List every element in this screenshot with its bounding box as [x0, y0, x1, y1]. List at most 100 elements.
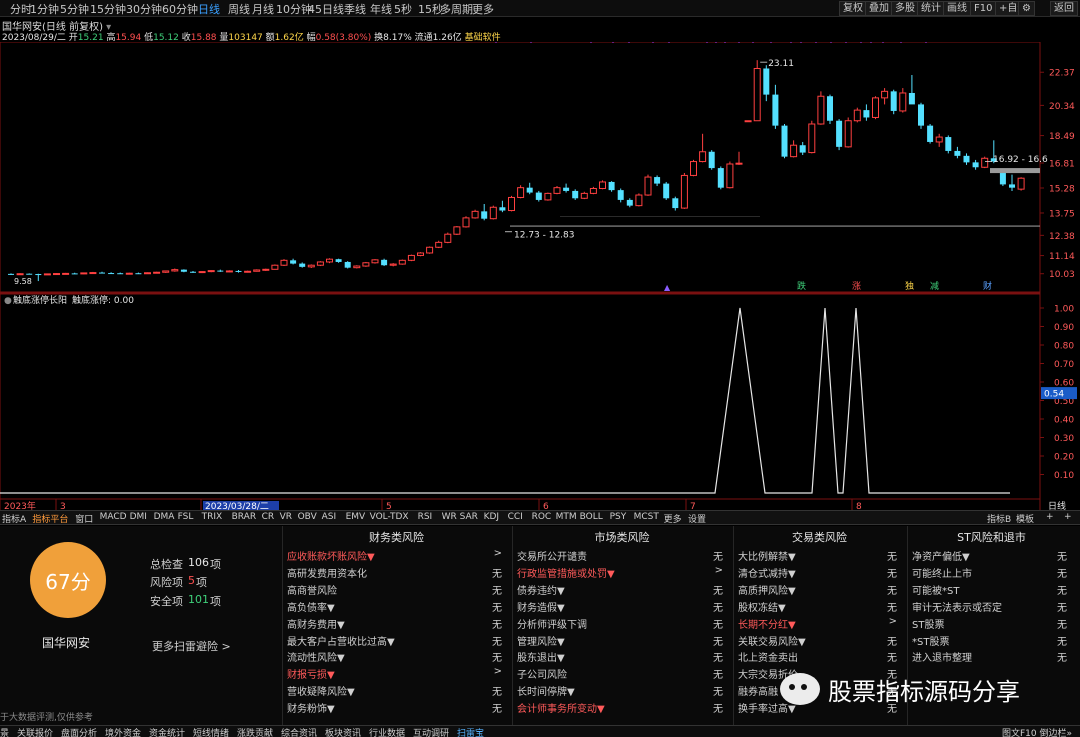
- toolbar-button-7[interactable]: 返回: [1050, 1, 1078, 16]
- toolbar-button-1[interactable]: 叠加: [865, 1, 893, 16]
- indicator-tab-23[interactable]: PSY: [610, 512, 627, 522]
- risk-row[interactable]: 管理风险▼ 无: [513, 631, 731, 648]
- risk-row[interactable]: 子公司风险 无: [513, 664, 731, 681]
- period-tab-5[interactable]: 60分钟: [162, 1, 198, 17]
- risk-row[interactable]: 流动性风险▼ 无: [283, 647, 510, 664]
- risk-row[interactable]: 财报亏损▼ >: [283, 664, 510, 681]
- risk-row[interactable]: 分析师评级下调 无: [513, 614, 731, 631]
- indicator-toggle-icon[interactable]: ●: [4, 296, 12, 306]
- indicator-tab-17[interactable]: SAR: [460, 512, 478, 522]
- indicator-tab-9[interactable]: CR: [262, 512, 275, 522]
- status-tab-8[interactable]: 板块资讯: [325, 726, 361, 737]
- indicator-tab-13[interactable]: EMV: [346, 512, 366, 522]
- indicator-tab-0[interactable]: 指标A: [2, 512, 26, 525]
- status-tab-9[interactable]: 行业数据: [369, 726, 405, 737]
- risk-row[interactable]: 债券违约▼ 无: [513, 580, 731, 597]
- status-tab-1[interactable]: 关联报价: [17, 726, 53, 737]
- indicator-right-tab-2[interactable]: +: [1046, 512, 1054, 522]
- status-tab-4[interactable]: 资金统计: [149, 726, 185, 737]
- indicator-tab-12[interactable]: ASI: [322, 512, 337, 522]
- indicator-right-tab-3[interactable]: +: [1064, 512, 1072, 522]
- toolbar-button-5[interactable]: F10: [970, 1, 997, 16]
- period-tab-12[interactable]: 年线: [370, 1, 392, 17]
- risk-row[interactable]: 高研发费用资本化 无: [283, 563, 510, 580]
- status-tab-2[interactable]: 盘面分析: [61, 726, 97, 737]
- indicator-tab-5[interactable]: DMA: [154, 512, 175, 522]
- indicator-tab-14[interactable]: VOL-TDX: [370, 512, 409, 522]
- period-tab-8[interactable]: 月线: [252, 1, 274, 17]
- status-tab-6[interactable]: 涨跌贡献: [237, 726, 273, 737]
- indicator-tab-16[interactable]: WR: [442, 512, 457, 522]
- risk-row[interactable]: 高质押风险▼ 无: [734, 580, 905, 597]
- settings-gear-icon[interactable]: ⚙: [1018, 1, 1035, 16]
- risk-row[interactable]: 应收账款坏账风险▼ >: [283, 546, 510, 563]
- risk-row[interactable]: 股权冻结▼ 无: [734, 597, 905, 614]
- period-tab-15[interactable]: 多周期: [440, 1, 473, 17]
- risk-row[interactable]: 进入退市整理 无: [908, 647, 1075, 664]
- risk-row[interactable]: 财务造假▼ 无: [513, 597, 731, 614]
- risk-row[interactable]: ST股票 无: [908, 614, 1075, 631]
- period-tab-1[interactable]: 1分钟: [30, 1, 59, 17]
- indicator-tab-6[interactable]: FSL: [178, 512, 194, 522]
- risk-row[interactable]: 行政监管措施或处罚▼ >: [513, 563, 731, 580]
- risk-row[interactable]: 长时间停牌▼ 无: [513, 681, 731, 698]
- risk-row[interactable]: *ST股票 无: [908, 631, 1075, 648]
- event-marker-4[interactable]: 财: [983, 280, 992, 292]
- status-tab-11[interactable]: 扫雷宝: [457, 726, 484, 737]
- indicator-tab-8[interactable]: BRAR: [232, 512, 256, 522]
- risk-row[interactable]: 高商誉风险 无: [283, 580, 510, 597]
- risk-row[interactable]: 净资产偏低▼ 无: [908, 546, 1075, 563]
- risk-row[interactable]: 可能被*ST 无: [908, 580, 1075, 597]
- indicator-tab-25[interactable]: 更多: [664, 512, 682, 525]
- period-tab-10[interactable]: 45日线: [308, 1, 344, 17]
- indicator-tab-18[interactable]: KDJ: [484, 512, 500, 522]
- indicator-tab-3[interactable]: MACD: [100, 512, 127, 522]
- toolbar-button-4[interactable]: 画线: [943, 1, 971, 16]
- risk-row[interactable]: 审计无法表示或否定 无: [908, 597, 1075, 614]
- indicator-tab-24[interactable]: MCST: [634, 512, 659, 522]
- event-triangle-icon[interactable]: ▲: [664, 283, 671, 292]
- period-tab-16[interactable]: 更多: [472, 1, 494, 17]
- indicator-tab-19[interactable]: CCI: [508, 512, 523, 522]
- indicator-tab-7[interactable]: TRIX: [202, 512, 223, 522]
- risk-row[interactable]: 大比例解禁▼ 无: [734, 546, 905, 563]
- indicator-tab-4[interactable]: DMI: [130, 512, 147, 522]
- risk-row[interactable]: 清仓式减持▼ 无: [734, 563, 905, 580]
- period-tab-11[interactable]: 季线: [344, 1, 366, 17]
- risk-row[interactable]: 关联交易风险▼ 无: [734, 631, 905, 648]
- indicator-tab-2[interactable]: 窗口: [75, 512, 93, 525]
- indicator-tab-1[interactable]: 指标平台: [32, 512, 68, 525]
- risk-row[interactable]: 财务粉饰▼ 无: [283, 698, 510, 715]
- indicator-tab-20[interactable]: ROC: [532, 512, 552, 522]
- kline-chart[interactable]: 23.11 16.92 - 16.6 12.73 - 12.83 9.58 跌 涨 独 减 财 ▲…: [0, 42, 1080, 510]
- event-marker-3[interactable]: 减: [930, 280, 939, 292]
- period-tab-13[interactable]: 5秒: [394, 1, 412, 17]
- status-tab-7[interactable]: 综合资讯: [281, 726, 317, 737]
- period-tab-9[interactable]: 10分钟: [276, 1, 312, 17]
- risk-row[interactable]: 北上资金卖出 无: [734, 647, 905, 664]
- risk-row[interactable]: 最大客户占营收比过高▼ 无: [283, 631, 510, 648]
- indicator-tab-11[interactable]: OBV: [298, 512, 317, 522]
- period-tab-0[interactable]: 分时: [10, 1, 32, 17]
- status-tab-3[interactable]: 境外资金: [105, 726, 141, 737]
- risk-row[interactable]: 高财务费用▼ 无: [283, 614, 510, 631]
- status-tab-0[interactable]: 景: [0, 726, 9, 737]
- event-marker-0[interactable]: 跌: [797, 281, 806, 292]
- risk-row[interactable]: 长期不分红▼ >: [734, 614, 905, 631]
- indicator-tab-26[interactable]: 设置: [688, 512, 706, 525]
- event-marker-1[interactable]: 涨: [852, 281, 861, 292]
- risk-row[interactable]: 营收疑降风险▼ 无: [283, 681, 510, 698]
- status-tab-5[interactable]: 短线情绪: [193, 726, 229, 737]
- indicator-tab-21[interactable]: MTM: [556, 512, 577, 522]
- more-scan-link[interactable]: 更多扫雷避险 >: [152, 638, 231, 654]
- period-tab-3[interactable]: 15分钟: [90, 1, 126, 17]
- period-tab-2[interactable]: 5分钟: [60, 1, 89, 17]
- toolbar-button-0[interactable]: 复权: [839, 1, 867, 16]
- indicator-tab-15[interactable]: RSI: [418, 512, 433, 522]
- risk-row[interactable]: 交易所公开谴责 无: [513, 546, 731, 563]
- indicator-tab-10[interactable]: VR: [280, 512, 292, 522]
- risk-row[interactable]: 可能终止上市 无: [908, 563, 1075, 580]
- indicator-right-tab-1[interactable]: 模板: [1016, 512, 1034, 525]
- status-tab-10[interactable]: 互动调研: [413, 726, 449, 737]
- indicator-tab-22[interactable]: BOLL: [580, 512, 603, 522]
